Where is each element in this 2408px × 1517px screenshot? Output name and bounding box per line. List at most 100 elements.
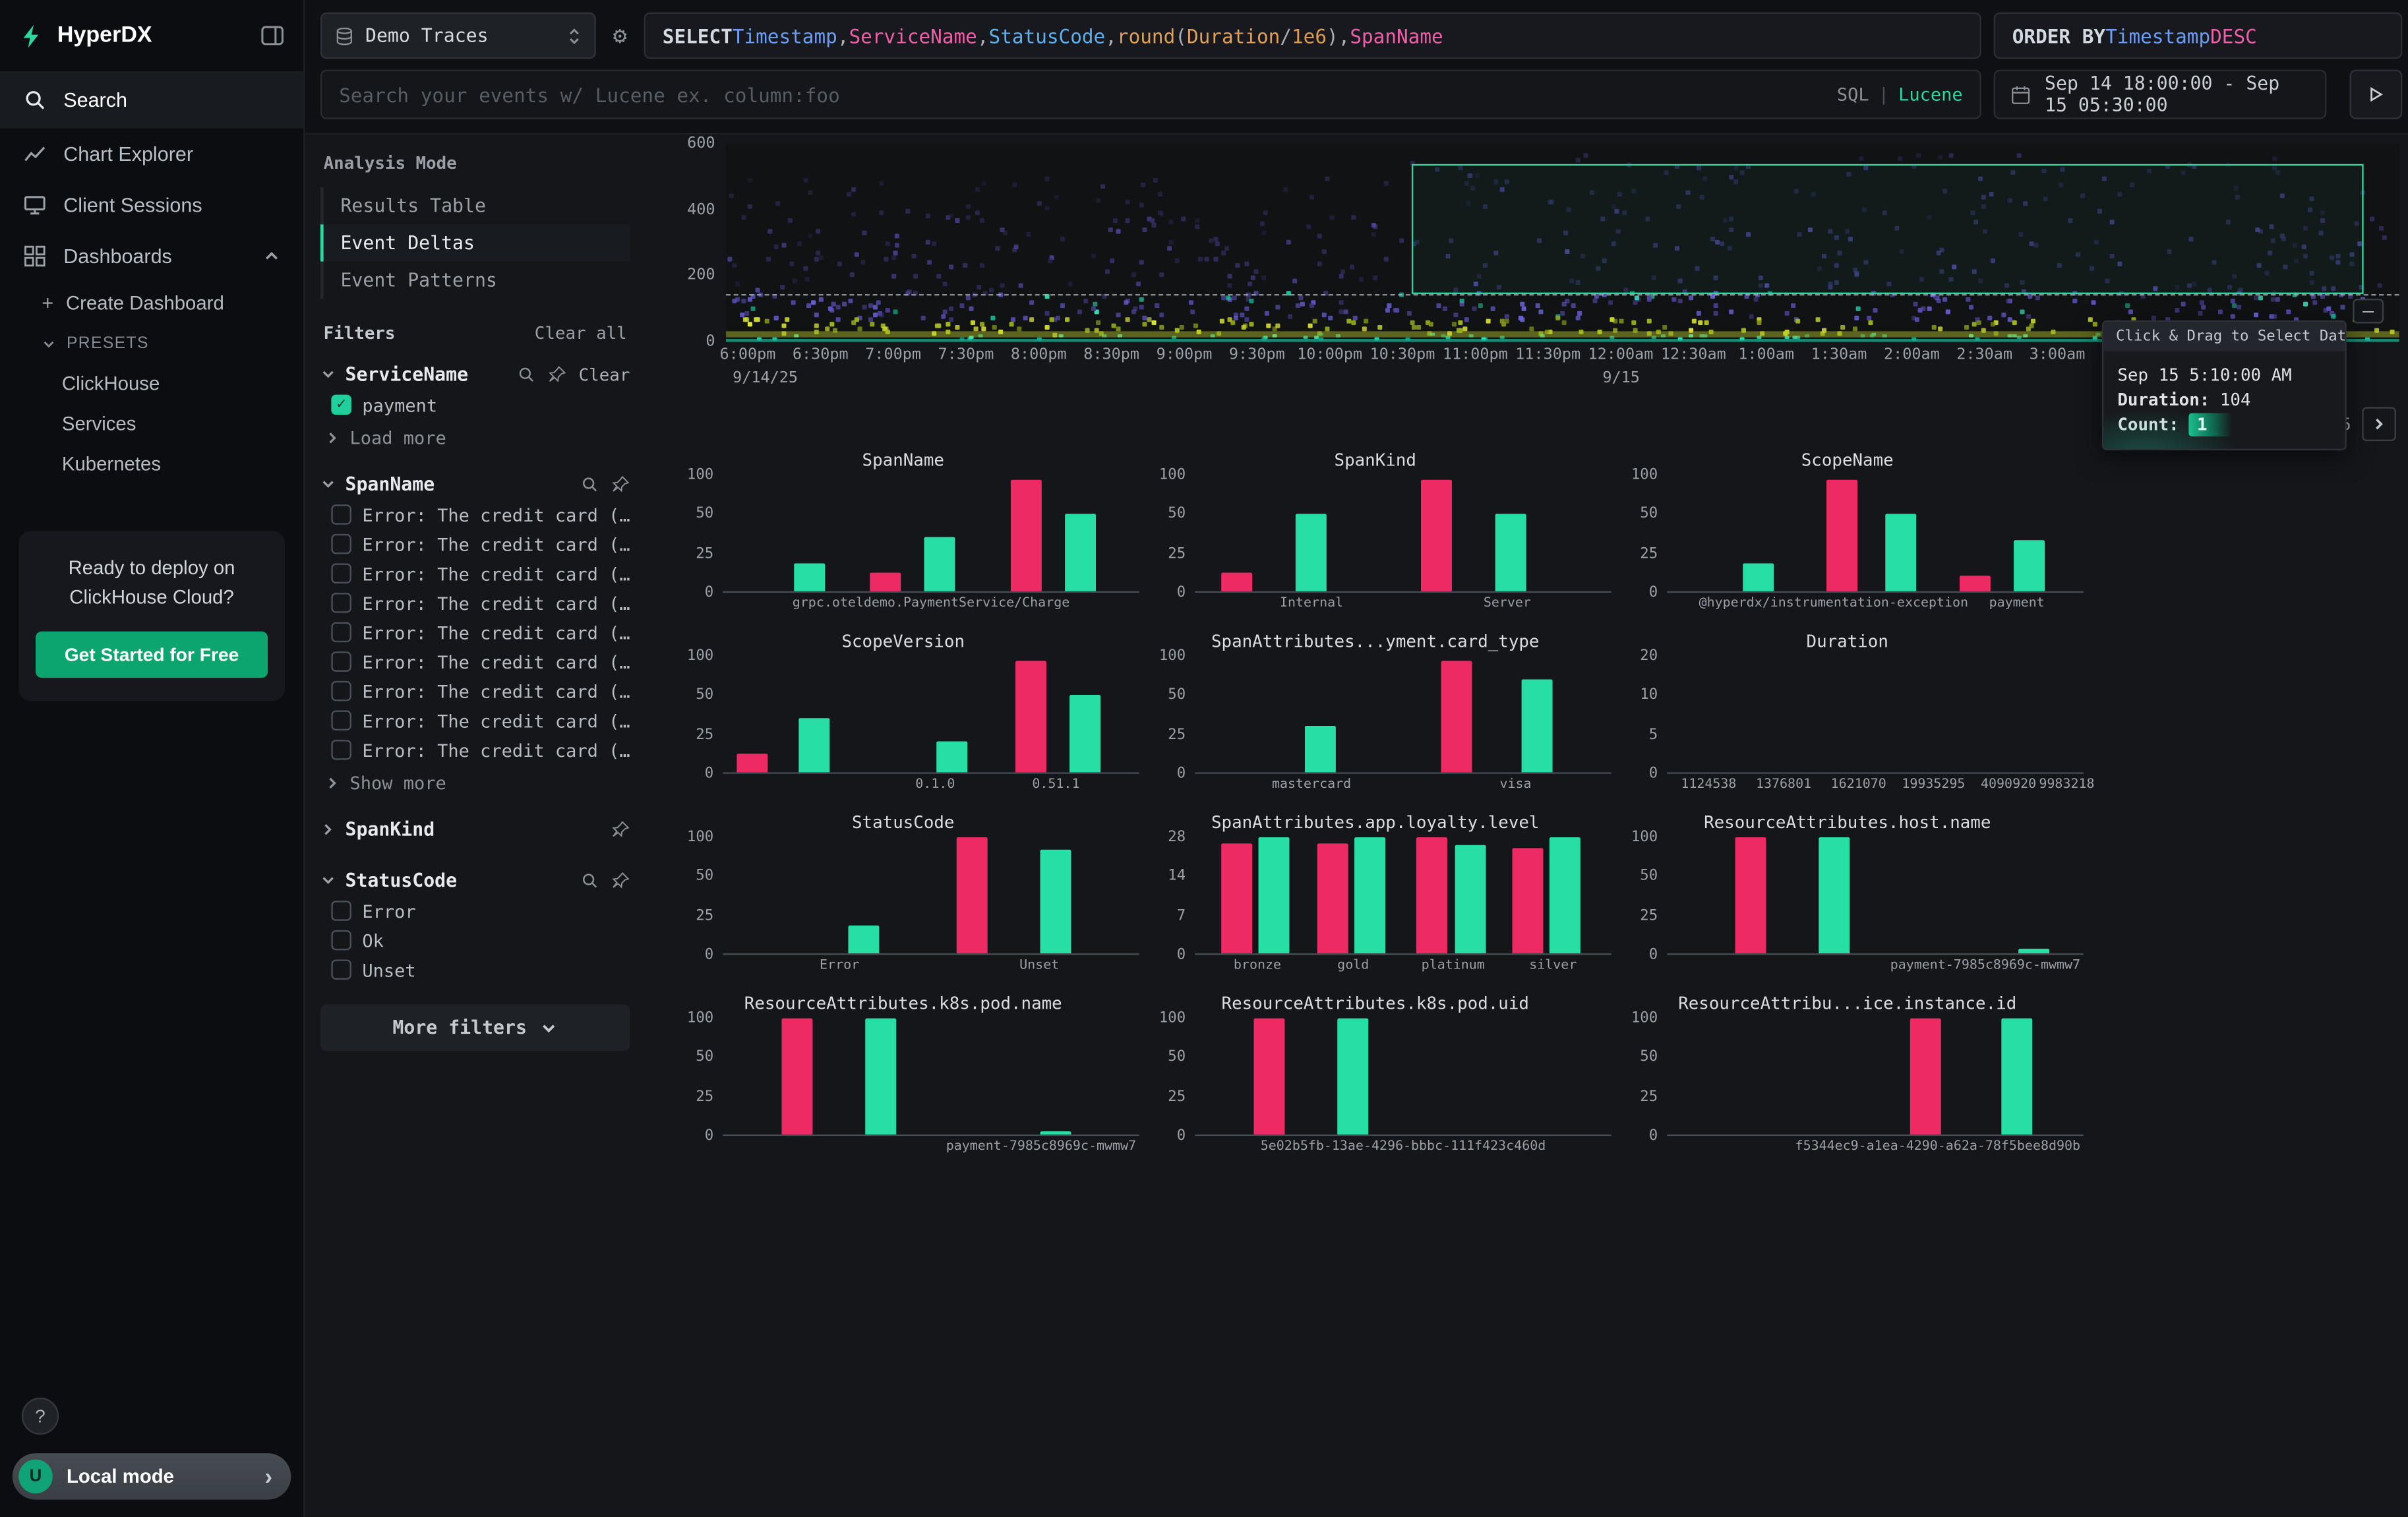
- checkbox[interactable]: [331, 593, 351, 613]
- checkbox[interactable]: [331, 711, 351, 731]
- preset-services[interactable]: Services: [0, 404, 303, 444]
- pin-icon[interactable]: [611, 872, 630, 890]
- sidebar-collapse-icon[interactable]: [260, 23, 285, 48]
- more-filters-button[interactable]: More filters: [320, 1005, 630, 1051]
- bar-green[interactable]: [1743, 563, 1774, 591]
- preset-kubernetes[interactable]: Kubernetes: [0, 444, 303, 485]
- bar-pink[interactable]: [870, 573, 901, 591]
- checkbox[interactable]: [331, 534, 351, 554]
- filter-checkbox-item[interactable]: ✓payment: [320, 390, 630, 420]
- filter-checkbox-item[interactable]: Error: The credit card (…: [320, 588, 630, 618]
- filter-checkbox-item[interactable]: Error: The credit card (…: [320, 705, 630, 735]
- bar-green[interactable]: [1069, 695, 1100, 772]
- pin-icon[interactable]: [548, 365, 566, 384]
- bar-pink[interactable]: [1254, 1019, 1285, 1135]
- bar-green[interactable]: [1259, 837, 1290, 953]
- bar-green[interactable]: [866, 1019, 897, 1135]
- filter-checkbox-item[interactable]: Error: The credit card (…: [320, 735, 630, 765]
- search-icon[interactable]: [580, 872, 599, 890]
- filter-checkbox-item[interactable]: Ok: [320, 926, 630, 955]
- filter-checkbox-item[interactable]: Error: The credit card (…: [320, 558, 630, 588]
- sql-query-display[interactable]: SELECT Timestamp, ServiceName, StatusCod…: [644, 13, 1981, 59]
- bar-green[interactable]: [1818, 837, 1849, 953]
- filter-more-link[interactable]: Show more: [320, 765, 630, 794]
- user-menu[interactable]: U Local mode ›: [13, 1453, 291, 1499]
- bar-green[interactable]: [849, 926, 880, 953]
- checkbox[interactable]: [331, 959, 351, 980]
- date-range-picker[interactable]: Sep 14 18:00:00 - Sep 15 05:30:00: [1994, 70, 2327, 119]
- filter-group-header[interactable]: StatusCode: [320, 865, 630, 896]
- bar-green[interactable]: [936, 741, 967, 772]
- bar-green[interactable]: [795, 563, 826, 591]
- next-page-button[interactable]: [2362, 407, 2396, 441]
- checkbox[interactable]: [331, 930, 351, 951]
- filter-checkbox-item[interactable]: Error: The credit card (…: [320, 676, 630, 706]
- filter-checkbox-item[interactable]: Error: The credit card (…: [320, 647, 630, 676]
- analysis-mode-option-results-table[interactable]: Results Table: [320, 187, 630, 224]
- sql-toggle[interactable]: SQL: [1837, 84, 1869, 105]
- bar-green[interactable]: [1066, 514, 1097, 591]
- filter-group-header[interactable]: SpanKind: [320, 814, 630, 845]
- bar-green[interactable]: [1521, 680, 1552, 773]
- source-select[interactable]: Demo Traces: [320, 13, 596, 59]
- filter-group-header[interactable]: ServiceNameClear: [320, 359, 630, 390]
- bar-green[interactable]: [2018, 949, 2049, 953]
- bar-pink[interactable]: [1960, 576, 1991, 591]
- gear-icon[interactable]: ⚙: [609, 22, 632, 49]
- filter-checkbox-item[interactable]: Error: The credit card (…: [320, 618, 630, 647]
- bar-green[interactable]: [1884, 514, 1915, 591]
- search-icon[interactable]: [517, 365, 535, 384]
- bar-green[interactable]: [1040, 1131, 1071, 1135]
- bar-pink[interactable]: [1417, 837, 1448, 953]
- bar-green[interactable]: [2014, 540, 2045, 591]
- checkbox[interactable]: [331, 504, 351, 525]
- get-started-button[interactable]: Get Started for Free: [36, 631, 268, 677]
- checkbox[interactable]: ✓: [331, 395, 351, 415]
- filter-checkbox-item[interactable]: Error: The credit card (…: [320, 500, 630, 529]
- bar-green[interactable]: [924, 537, 955, 591]
- bar-pink[interactable]: [1442, 660, 1473, 772]
- sidebar-item-dashboards[interactable]: Dashboards: [0, 231, 303, 282]
- bar-pink[interactable]: [1910, 1019, 1941, 1135]
- sidebar-item-chart-explorer[interactable]: Chart Explorer: [0, 129, 303, 179]
- bar-green[interactable]: [2001, 1019, 2032, 1135]
- bar-green[interactable]: [1040, 849, 1071, 953]
- bar-green[interactable]: [1304, 726, 1335, 772]
- preset-clickhouse[interactable]: ClickHouse: [0, 364, 303, 404]
- pin-icon[interactable]: [611, 820, 630, 839]
- bar-pink[interactable]: [1015, 660, 1046, 772]
- bar-pink[interactable]: [957, 837, 988, 953]
- presets-toggle[interactable]: PRESETS: [0, 324, 303, 364]
- checkbox[interactable]: [331, 740, 351, 760]
- checkbox[interactable]: [331, 563, 351, 583]
- bar-green[interactable]: [1296, 514, 1327, 591]
- bar-pink[interactable]: [1735, 837, 1766, 953]
- order-by-display[interactable]: ORDER BY Timestamp DESC: [1994, 13, 2403, 59]
- clear-all-button[interactable]: Clear all: [535, 324, 627, 344]
- bar-pink[interactable]: [1221, 573, 1252, 591]
- bar-pink[interactable]: [1513, 848, 1544, 953]
- sidebar-item-client-sessions[interactable]: Client Sessions: [0, 179, 303, 230]
- filter-checkbox-item[interactable]: Error: [320, 896, 630, 926]
- filter-group-header[interactable]: SpanName: [320, 469, 630, 500]
- filter-checkbox-item[interactable]: Unset: [320, 955, 630, 984]
- sidebar-item-search[interactable]: Search: [0, 71, 303, 129]
- run-query-button[interactable]: [2350, 70, 2403, 119]
- bar-pink[interactable]: [1826, 479, 1857, 591]
- create-dashboard-link[interactable]: + Create Dashboard: [0, 282, 303, 323]
- clear-filter-button[interactable]: Clear: [579, 365, 630, 385]
- bar-green[interactable]: [1338, 1019, 1369, 1135]
- collapse-chart-button[interactable]: –: [2353, 299, 2384, 324]
- bar-green[interactable]: [1354, 837, 1385, 953]
- bar-pink[interactable]: [1317, 843, 1348, 953]
- search-input[interactable]: [339, 83, 1824, 106]
- bar-pink[interactable]: [1221, 843, 1252, 953]
- filter-checkbox-item[interactable]: Error: The credit card (…: [320, 529, 630, 559]
- timeline-plot[interactable]: [726, 144, 2399, 342]
- lucene-toggle[interactable]: Lucene: [1898, 84, 1963, 105]
- checkbox[interactable]: [331, 901, 351, 921]
- bar-pink[interactable]: [1011, 479, 1042, 591]
- help-button[interactable]: ?: [22, 1398, 59, 1435]
- bar-pink[interactable]: [782, 1019, 813, 1135]
- checkbox[interactable]: [331, 651, 351, 672]
